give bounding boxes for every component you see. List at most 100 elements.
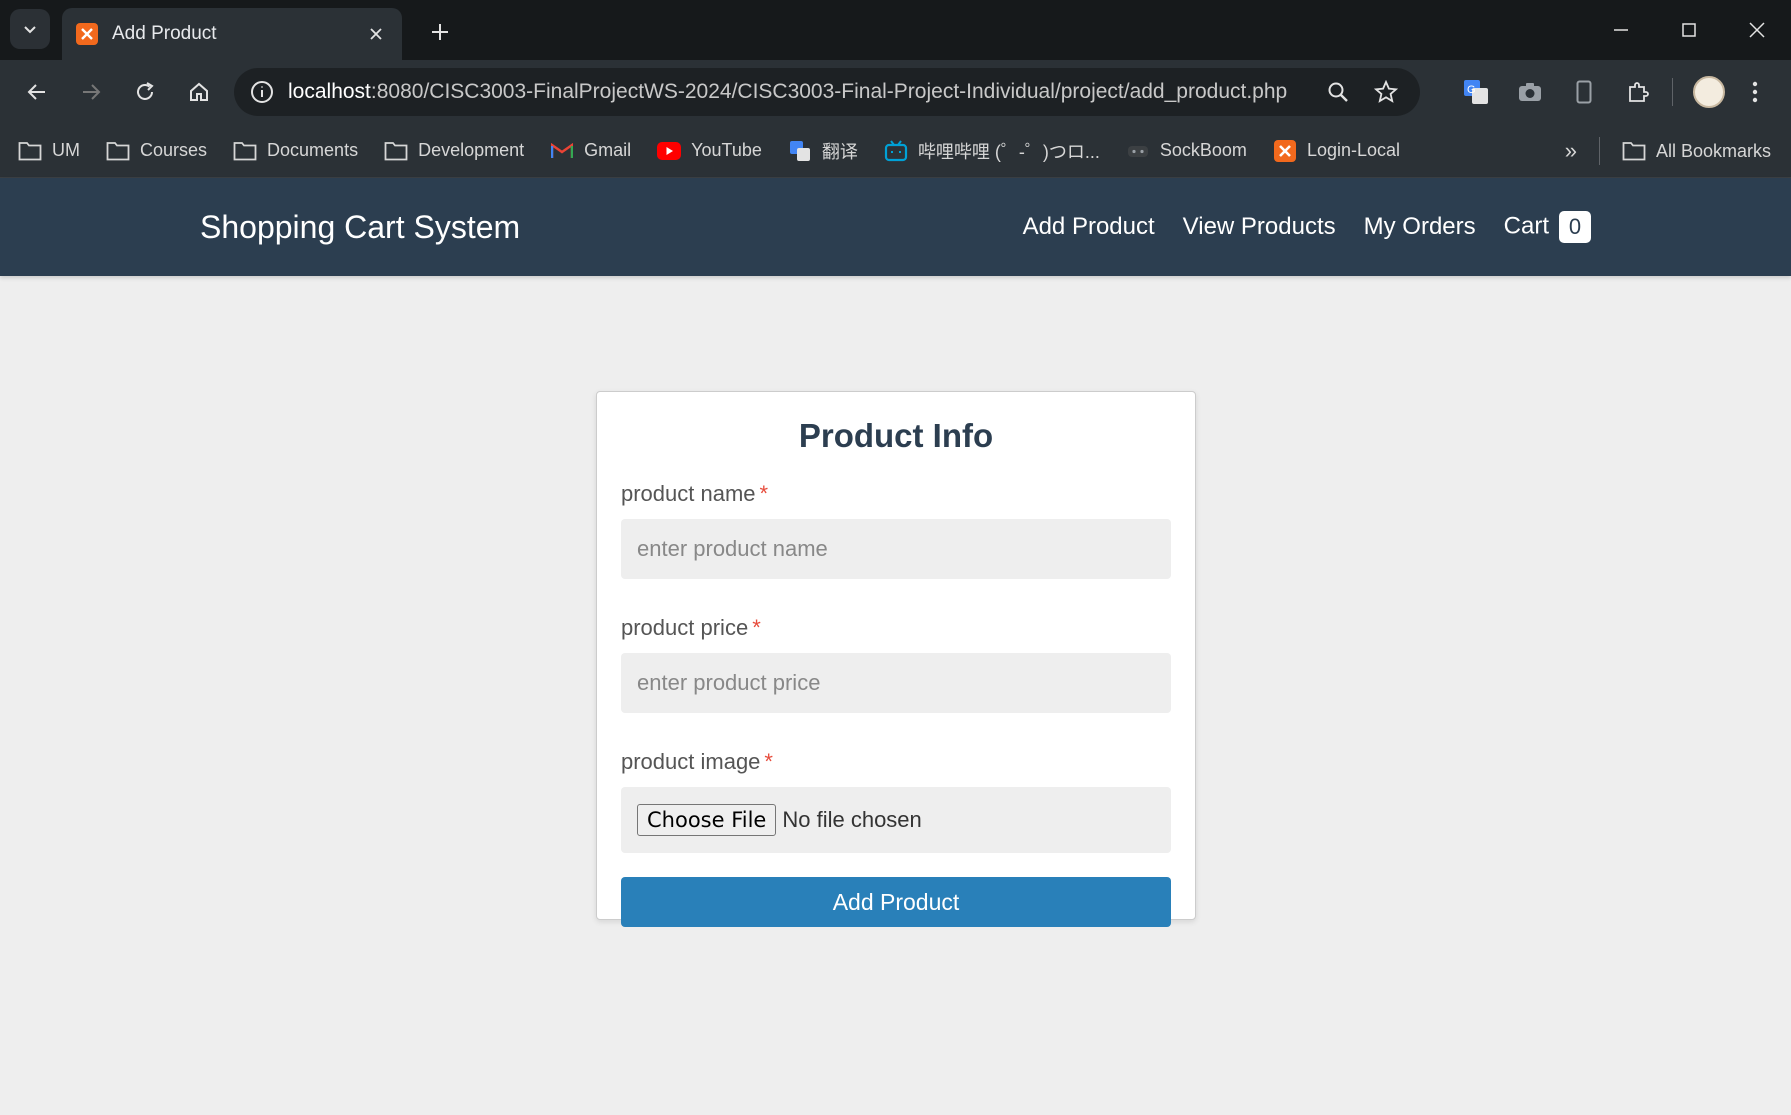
add-product-submit-button[interactable]: Add Product	[621, 877, 1171, 927]
toolbar-divider	[1672, 78, 1673, 106]
home-button[interactable]	[176, 69, 222, 115]
zoom-icon[interactable]	[1318, 72, 1358, 112]
xampp-icon	[76, 23, 98, 45]
tab-strip: Add Product	[0, 0, 1791, 60]
bookmark-label: SockBoom	[1159, 140, 1247, 160]
bookmark-label: Login-Local	[1306, 140, 1401, 160]
bookmark-gmail[interactable]: Gmail	[550, 140, 631, 162]
new-tab-button[interactable]	[424, 16, 456, 48]
xampp-icon	[1273, 139, 1297, 162]
bookmark-documents[interactable]: Documents	[233, 140, 358, 162]
phone-icon	[1576, 80, 1592, 104]
tab-search-button[interactable]	[10, 9, 50, 49]
back-button[interactable]	[14, 69, 60, 115]
more-bookmarks-button[interactable]: »	[1565, 138, 1577, 164]
close-icon[interactable]	[364, 22, 388, 46]
screenshot-extension[interactable]	[1506, 68, 1554, 116]
bookmark-um[interactable]: UM	[18, 140, 80, 162]
nav-cart-label: Cart	[1503, 212, 1549, 240]
reload-icon	[137, 82, 154, 100]
svg-text:G: G	[1467, 84, 1476, 96]
product-image-label-text: product image	[621, 749, 761, 774]
minimize-button[interactable]	[1587, 0, 1655, 60]
site-info-icon[interactable]	[248, 78, 276, 106]
required-mark: *	[764, 749, 773, 774]
home-icon	[190, 82, 208, 101]
address-bar[interactable]: localhost:8080/CISC3003-FinalProjectWS-2…	[234, 68, 1420, 116]
tab-add-product[interactable]: Add Product	[62, 8, 402, 60]
all-bookmarks-button[interactable]: All Bookmarks	[1622, 140, 1771, 162]
nav-my-orders[interactable]: My Orders	[1364, 213, 1476, 241]
folder-icon	[233, 140, 257, 162]
form-title: Product Info	[798, 417, 994, 454]
bookmarks-divider	[1598, 137, 1600, 165]
bookmark-development[interactable]: Development	[384, 140, 524, 162]
bookmark-label: 翻译	[821, 141, 858, 162]
device-extension[interactable]	[1560, 68, 1608, 116]
bilibili-icon	[884, 139, 908, 162]
product-price-input[interactable]	[621, 653, 1171, 713]
bookmark-label: 哔哩哔哩 (゜-゜)つロ...	[917, 141, 1100, 162]
bookmark-translate[interactable]: 翻译	[788, 138, 858, 164]
product-price-label: product price *	[621, 615, 1171, 641]
plus-icon	[432, 24, 448, 40]
folder-icon	[1622, 140, 1646, 162]
product-image-label: product image *	[621, 749, 1171, 775]
url-text[interactable]: localhost:8080/CISC3003-FinalProjectWS-2…	[288, 80, 1310, 104]
cart-count-badge: 0	[1559, 211, 1591, 243]
product-name-input[interactable]	[621, 519, 1171, 579]
nav-cart[interactable]: Cart 0	[1504, 211, 1591, 243]
arrow-right-icon	[83, 84, 101, 100]
browser-chrome: Add Product localhost:8080/CISC3003-Fina…	[0, 0, 1791, 178]
bookmark-label: Gmail	[584, 140, 632, 160]
bookmarks-right: » All Bookmarks	[1565, 124, 1771, 178]
nav-view-products[interactable]: View Products	[1183, 213, 1336, 241]
reload-button[interactable]	[122, 69, 168, 115]
bookmark-label: Documents	[267, 140, 359, 160]
folder-icon	[384, 140, 408, 162]
maximize-button[interactable]	[1655, 0, 1723, 60]
file-status-text: No file chosen	[782, 807, 922, 832]
bookmark-sockboom[interactable]: SockBoom	[1126, 140, 1247, 162]
arrow-left-icon	[27, 84, 45, 100]
camera-icon	[1519, 83, 1541, 101]
required-mark: *	[752, 615, 761, 640]
product-image-input: Choose File No file chosen	[621, 787, 1171, 853]
chevron-down-icon	[24, 26, 36, 34]
minimize-icon	[1614, 29, 1628, 31]
bookmarks-bar: UM Courses Documents Development Gmail Y…	[0, 124, 1791, 178]
bookmark-login-local[interactable]: Login-Local	[1273, 139, 1401, 162]
nav-add-product[interactable]: Add Product	[1023, 213, 1155, 241]
star-icon[interactable]	[1366, 72, 1406, 112]
maximize-icon	[1682, 23, 1696, 37]
required-mark: *	[759, 481, 769, 506]
extensions-button[interactable]	[1614, 68, 1662, 116]
site-navbar: Shopping Cart System Add Product View Pr…	[0, 178, 1791, 276]
profile-avatar[interactable]	[1693, 76, 1725, 108]
bookmark-youtube[interactable]: YouTube	[657, 140, 762, 162]
window-controls	[1587, 0, 1791, 60]
choose-file-button[interactable]: Choose File	[637, 804, 777, 836]
forward-button[interactable]	[68, 69, 114, 115]
extensions-area: G	[1446, 68, 1779, 116]
translate-icon: G	[1464, 80, 1488, 104]
bookmark-courses[interactable]: Courses	[106, 140, 207, 162]
bookmark-label: YouTube	[691, 140, 762, 160]
url-host: localhost	[288, 80, 371, 103]
tab-title: Add Product	[112, 23, 217, 44]
bookmark-bilibili[interactable]: 哔哩哔哩 (゜-゜)つロ...	[884, 138, 1100, 164]
product-form-card: Product Info product name* product price…	[596, 391, 1196, 927]
all-bookmarks-label: All Bookmarks	[1655, 140, 1771, 161]
browser-menu-button[interactable]	[1731, 68, 1779, 116]
bookmark-label: Courses	[140, 140, 208, 160]
sockboom-icon	[1126, 140, 1150, 162]
folder-icon	[106, 140, 130, 162]
site-brand[interactable]: Shopping Cart System	[200, 209, 520, 246]
browser-toolbar: localhost:8080/CISC3003-FinalProjectWS-2…	[0, 60, 1791, 124]
site-menu: Add Product View Products My Orders Cart…	[995, 211, 1591, 243]
product-name-label: product name *	[621, 481, 1171, 507]
close-window-button[interactable]	[1723, 0, 1791, 60]
translate-icon	[788, 140, 812, 162]
google-translate-extension[interactable]: G	[1452, 68, 1500, 116]
puzzle-icon	[1629, 82, 1649, 102]
